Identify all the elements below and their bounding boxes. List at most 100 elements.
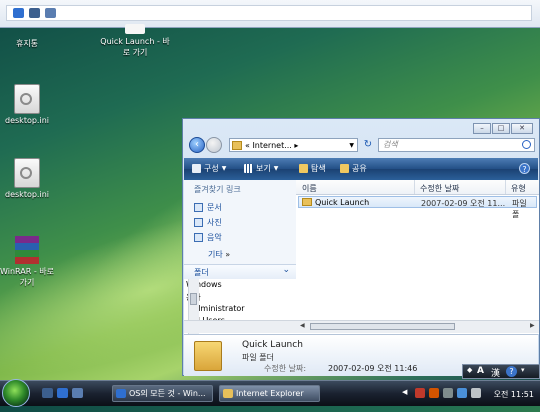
hanja-button[interactable]: 漢 — [491, 366, 500, 379]
column-divider[interactable] — [414, 180, 415, 194]
language-bar: ◆ A 漢 ? ▾ — [462, 364, 540, 379]
folder-shortcut-icon — [125, 24, 145, 34]
scroll-left-icon[interactable]: ◀ — [300, 322, 305, 329]
views-icon — [244, 164, 253, 173]
navigation-pane: 즐겨찾기 링크 문서 사진 음악 기타 » 폴더 ⌄ Windows 용자 Ad… — [184, 180, 297, 334]
internet-explorer-icon[interactable] — [57, 388, 68, 398]
start-button[interactable] — [2, 379, 30, 407]
clock[interactable]: 오전 11:51 — [494, 389, 534, 400]
desktop-icon-label: desktop.ini — [5, 116, 49, 125]
organize-label: 구성 — [204, 164, 219, 173]
column-header-type[interactable]: 유형 — [511, 183, 526, 194]
horizontal-scrollbar[interactable]: ◀ ▶ — [184, 320, 539, 333]
scrollbar-thumb[interactable] — [310, 323, 455, 330]
folder-icon — [302, 198, 312, 206]
file-modified: 2007-02-09 오전 11... — [421, 199, 506, 208]
desktop-icon-quick-launch[interactable]: Quick Launch - 바로 가기 — [100, 24, 170, 58]
desktop-icon-label: 휴지통 — [15, 39, 39, 48]
favorite-link-documents[interactable]: 문서 — [194, 202, 222, 213]
chevron-down-icon: ⌄ — [282, 265, 290, 275]
favorite-label: 사진 — [207, 218, 222, 227]
file-row[interactable]: Quick Launch 2007-02-09 오전 11... 파일 폴 — [298, 196, 537, 219]
favorite-label: 문서 — [207, 203, 222, 212]
tray-app-icon[interactable] — [443, 388, 453, 398]
taskbar-button-internet-explorer[interactable]: Internet Explorer — [219, 385, 320, 402]
switch-windows-icon[interactable] — [45, 8, 56, 18]
favorite-link-pictures[interactable]: 사진 — [194, 217, 222, 228]
security-alert-icon[interactable] — [415, 388, 425, 398]
views-label: 보기 — [256, 164, 271, 173]
column-header-name[interactable]: 이름 — [302, 183, 317, 194]
favorites-header: 즐겨찾기 링크 — [194, 185, 241, 194]
details-modified-label: 수정한 날짜: — [264, 364, 307, 373]
minimize-button[interactable]: – — [473, 123, 491, 134]
file-name: Quick Launch — [315, 198, 370, 207]
share-button[interactable]: 공유 — [340, 163, 367, 174]
desktop-icon-winrar[interactable]: WinRAR - 바로 가기 — [0, 236, 62, 288]
share-icon — [340, 164, 349, 173]
address-bar[interactable]: « Internet... ▸ ▼ — [229, 138, 358, 152]
expand-tray-icon[interactable]: ◀ — [402, 388, 407, 396]
more-label: 기타 — [208, 250, 223, 259]
column-header-modified[interactable]: 수정한 날짜 — [420, 183, 459, 194]
grip-icon[interactable]: ◆ — [467, 366, 472, 374]
internet-explorer-icon — [116, 389, 126, 398]
explore-icon — [299, 164, 308, 173]
desktop-icon-desktop-ini[interactable]: desktop.ini — [0, 84, 62, 125]
chevron-down-icon[interactable]: ▼ — [349, 142, 354, 149]
maximize-button[interactable]: □ — [492, 123, 510, 134]
organize-button[interactable]: 구성 ▼ — [192, 163, 226, 174]
folders-toggle[interactable]: 폴더 ⌄ — [184, 264, 296, 280]
window-controls: – □ ✕ — [473, 123, 533, 134]
views-button[interactable]: 보기 ▼ — [244, 163, 278, 174]
details-name: Quick Launch — [242, 340, 303, 350]
recycle-bin-icon — [15, 28, 39, 36]
taskbar-button-os-window[interactable]: OS의 모든 것 - Win... — [112, 385, 213, 402]
show-desktop-icon[interactable] — [42, 388, 53, 398]
share-label: 공유 — [352, 164, 367, 173]
scrollbar-thumb[interactable] — [190, 293, 197, 305]
more-links[interactable]: 기타 » — [208, 249, 230, 260]
file-list: 이름 수정한 날짜 유형 Quick Launch 2007-02-09 오전 … — [296, 180, 539, 334]
search-placeholder: 검색 — [383, 140, 398, 149]
music-icon — [194, 233, 203, 242]
details-type: 파일 폴더 — [242, 353, 274, 362]
desktop-icon-label: WinRAR - 바로 가기 — [0, 267, 54, 287]
explore-label: 탐색 — [311, 164, 326, 173]
help-icon[interactable]: ? — [519, 163, 530, 174]
forward-button[interactable] — [206, 137, 222, 153]
internet-explorer-icon[interactable] — [13, 8, 24, 18]
desktop-icon-label: desktop.ini — [5, 190, 49, 199]
folder-icon — [232, 140, 242, 150]
switch-windows-icon[interactable] — [72, 388, 83, 398]
favorite-link-music[interactable]: 음악 — [194, 232, 222, 243]
organize-icon — [192, 164, 201, 173]
volume-icon[interactable] — [471, 388, 481, 398]
explorer-window: – □ ✕ ‹ « Internet... ▸ ▼ ↻ 검색 구성 ▼ 보기 ▼ — [182, 118, 540, 376]
network-icon[interactable] — [457, 388, 467, 398]
refresh-icon[interactable]: ↻ — [361, 138, 375, 152]
input-mode-button[interactable]: A — [477, 366, 484, 376]
explore-button[interactable]: 탐색 — [299, 163, 326, 174]
favorite-label: 음악 — [207, 233, 222, 242]
chevron-down-icon: ▼ — [221, 165, 227, 172]
command-bar: 구성 ▼ 보기 ▼ 탐색 공유 ? — [184, 158, 538, 180]
show-desktop-icon[interactable] — [29, 8, 40, 18]
help-icon[interactable]: ? — [506, 366, 517, 377]
pictures-icon — [194, 218, 203, 227]
warning-icon[interactable] — [429, 388, 439, 398]
search-icon[interactable] — [522, 140, 531, 149]
back-button[interactable]: ‹ — [189, 137, 205, 153]
desktop-icon-label: Quick Launch - 바로 가기 — [100, 37, 170, 57]
options-icon[interactable]: ▾ — [521, 366, 525, 374]
scroll-right-icon[interactable]: ▶ — [530, 322, 535, 329]
close-button[interactable]: ✕ — [511, 123, 533, 134]
settings-file-icon — [14, 158, 40, 188]
desktop-icon-desktop-ini-2[interactable]: desktop.ini — [0, 158, 62, 199]
desktop-icon-recycle-bin[interactable]: 휴지통 — [0, 28, 62, 49]
documents-icon — [194, 203, 203, 212]
task-label: OS의 모든 것 - Win... — [129, 389, 206, 398]
column-divider[interactable] — [505, 180, 506, 194]
notification-area: ◀ 오전 11:51 — [402, 385, 538, 402]
search-input[interactable]: 검색 — [378, 138, 535, 152]
